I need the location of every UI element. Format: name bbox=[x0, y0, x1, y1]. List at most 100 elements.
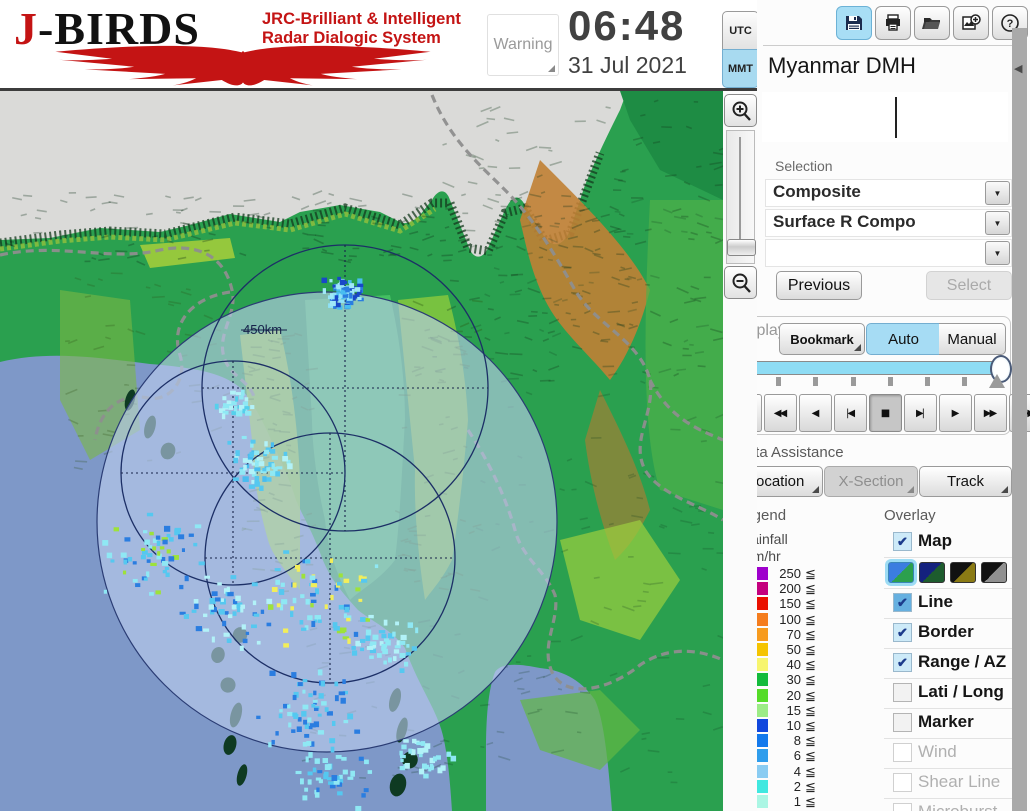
dropdown-empty[interactable]: ▼ bbox=[765, 239, 1012, 267]
legend-value: 150 bbox=[769, 596, 801, 611]
dropdown-composite[interactable]: Composite ▼ bbox=[765, 179, 1012, 207]
stop-button[interactable]: ■ bbox=[869, 394, 902, 432]
rain-cell bbox=[144, 578, 148, 581]
rain-cell bbox=[406, 652, 411, 655]
folder-open-button[interactable] bbox=[914, 6, 950, 40]
rain-cell bbox=[412, 646, 417, 650]
play-reverse-button[interactable]: ◀ bbox=[799, 394, 832, 432]
rain-cell bbox=[415, 627, 418, 633]
add-view-button[interactable] bbox=[953, 6, 989, 40]
forward-button[interactable]: ▶▶ bbox=[974, 394, 1007, 432]
chevron-down-icon[interactable]: ▼ bbox=[985, 181, 1010, 205]
rain-cell bbox=[235, 396, 238, 401]
chevron-down-icon[interactable]: ▼ bbox=[985, 241, 1010, 265]
range-az-checkbox[interactable]: ✔ bbox=[893, 653, 912, 672]
track-button[interactable]: Track bbox=[919, 466, 1012, 497]
rain-cell bbox=[332, 285, 335, 288]
rain-cell bbox=[272, 740, 275, 745]
manual-mode-button[interactable]: Manual bbox=[939, 323, 1006, 355]
auto-mode-button[interactable]: Auto bbox=[866, 323, 941, 355]
rain-cell bbox=[318, 730, 324, 734]
warning-button[interactable]: Warning bbox=[487, 14, 559, 76]
legend-value: 30 bbox=[769, 672, 801, 687]
map-style-dark[interactable] bbox=[919, 562, 945, 583]
legend-value: 6 bbox=[769, 748, 801, 763]
rain-cell bbox=[375, 564, 378, 568]
rain-cell bbox=[215, 597, 221, 601]
rain-cell bbox=[399, 751, 402, 756]
rain-cell bbox=[268, 742, 271, 747]
replay-progress-slider[interactable] bbox=[741, 361, 1009, 375]
legend-value: 15 bbox=[769, 703, 801, 718]
rain-cell bbox=[235, 450, 239, 456]
rain-cell bbox=[318, 669, 323, 675]
slider-end-marker[interactable] bbox=[989, 374, 1005, 388]
wind-checkbox bbox=[893, 743, 912, 762]
overlay-label: Overlay bbox=[884, 507, 936, 524]
rain-cell bbox=[367, 646, 373, 650]
bookmark-button[interactable]: Bookmark bbox=[779, 323, 865, 355]
rain-cell bbox=[311, 583, 317, 587]
toolbar: ? bbox=[836, 6, 1028, 40]
rain-cell bbox=[245, 411, 251, 416]
line-checkbox[interactable]: ✔ bbox=[893, 593, 912, 612]
map-style-terrain[interactable] bbox=[888, 562, 914, 583]
lati-long-checkbox[interactable] bbox=[893, 683, 912, 702]
magnifier-plus-icon bbox=[730, 100, 752, 122]
rain-cell bbox=[310, 603, 313, 607]
rain-cell bbox=[401, 635, 407, 640]
rain-cell bbox=[284, 452, 288, 456]
step-back-button[interactable]: |◀ bbox=[834, 394, 867, 432]
previous-button[interactable]: Previous bbox=[776, 271, 862, 300]
rain-cell bbox=[298, 717, 302, 721]
rain-cell bbox=[368, 615, 373, 618]
rain-cell bbox=[275, 471, 280, 476]
rain-cell bbox=[184, 614, 189, 619]
utc-button[interactable]: UTC bbox=[722, 11, 759, 50]
rain-cell bbox=[175, 528, 181, 533]
rain-cell bbox=[196, 626, 202, 631]
lte-symbol: ≦ bbox=[805, 764, 816, 780]
rewind-button[interactable]: ◀◀ bbox=[764, 394, 797, 432]
mmt-button[interactable]: MMT bbox=[722, 49, 759, 88]
zoom-out-button[interactable] bbox=[724, 266, 757, 299]
rain-cell bbox=[315, 758, 320, 764]
rain-cell bbox=[359, 757, 364, 761]
rain-cell bbox=[304, 734, 309, 738]
legend-value: 10 bbox=[769, 718, 801, 733]
rain-cell bbox=[194, 599, 199, 604]
chevron-down-icon[interactable]: ▼ bbox=[985, 211, 1010, 235]
rain-cell bbox=[225, 611, 229, 615]
rain-cell bbox=[157, 541, 160, 546]
collapse-panel-icon[interactable]: ◀ bbox=[1014, 62, 1022, 75]
rain-cell bbox=[300, 594, 304, 598]
rain-cell bbox=[257, 457, 263, 461]
map-style-gray[interactable] bbox=[981, 562, 1007, 583]
readout-field[interactable] bbox=[762, 92, 1008, 142]
rain-cell bbox=[293, 598, 297, 603]
map-style-olive[interactable] bbox=[950, 562, 976, 583]
rain-cell bbox=[221, 598, 224, 602]
border-checkbox[interactable]: ✔ bbox=[893, 623, 912, 642]
overlay-row-microburst: Microburst bbox=[884, 799, 1014, 811]
zoom-in-button[interactable] bbox=[724, 94, 757, 127]
rain-cell bbox=[451, 756, 457, 762]
rain-cell bbox=[107, 553, 112, 559]
rain-cell bbox=[347, 714, 353, 720]
play-button[interactable]: ▶ bbox=[939, 394, 972, 432]
dropdown-product[interactable]: Surface R Compo ▼ bbox=[765, 209, 1012, 237]
rain-cell bbox=[219, 609, 225, 615]
print-button[interactable] bbox=[875, 6, 911, 40]
save-button[interactable] bbox=[836, 6, 872, 40]
rain-cell bbox=[307, 615, 312, 620]
step-forward-button[interactable]: ▶| bbox=[904, 394, 937, 432]
dropdown-product-value: Surface R Compo bbox=[773, 212, 916, 232]
rain-cell bbox=[253, 601, 256, 606]
map-checkbox[interactable]: ✔ bbox=[893, 532, 912, 551]
radar-map-viewport[interactable]: 450km bbox=[0, 91, 723, 811]
panel-edge-strip[interactable] bbox=[1012, 28, 1027, 811]
zoom-slider-track[interactable] bbox=[726, 130, 755, 264]
zoom-slider-handle[interactable] bbox=[727, 239, 756, 256]
marker-checkbox[interactable] bbox=[893, 713, 912, 732]
rain-cell bbox=[408, 749, 411, 754]
